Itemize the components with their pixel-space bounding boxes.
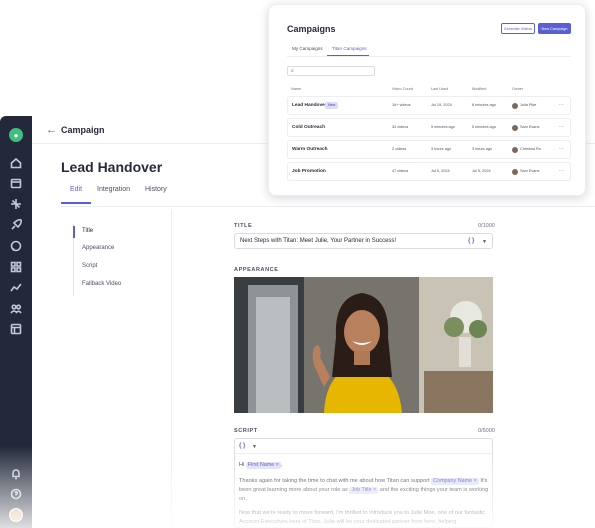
active-tab-indicator bbox=[61, 202, 91, 204]
chart-icon[interactable] bbox=[9, 281, 23, 295]
script-label: SCRIPT bbox=[234, 428, 258, 434]
table-row[interactable]: Warm Outreach 2 videos 3 hours ago 3 hou… bbox=[287, 140, 571, 159]
script-toolbar: { } ▼ bbox=[235, 439, 492, 454]
avatar bbox=[512, 147, 518, 153]
new-campaign-button[interactable]: New Campaign bbox=[538, 23, 571, 34]
title-input[interactable]: Next Steps with Titan: Meet Julie, Your … bbox=[234, 233, 493, 249]
presenter-video-image bbox=[234, 277, 493, 413]
video-thumbnail[interactable] bbox=[234, 277, 493, 413]
script-paragraph-3: Now that we're ready to move forward, I'… bbox=[239, 510, 486, 525]
section-nav-title[interactable]: Title bbox=[82, 228, 93, 234]
avatar bbox=[512, 169, 518, 175]
tab-integration[interactable]: Integration bbox=[97, 186, 130, 193]
chip-remove-icon[interactable]: × bbox=[474, 478, 477, 484]
avatar bbox=[512, 125, 518, 131]
table-row[interactable]: Lead Handover New 16+ videos Jul 19, 202… bbox=[287, 96, 571, 115]
section-nav-fallback-video[interactable]: Fallback Video bbox=[82, 281, 121, 287]
table-row[interactable]: Job Promotion 47 videos Jul 5, 2024 Jul … bbox=[287, 162, 571, 181]
avatar bbox=[512, 103, 518, 109]
variable-chip-company-name[interactable]: Company Name × bbox=[431, 478, 479, 485]
more-options-icon[interactable]: ··· bbox=[559, 102, 564, 108]
column-header-name: Name bbox=[291, 87, 302, 91]
campaigns-panel: Campaigns Generate Videos New Campaign M… bbox=[268, 4, 586, 196]
generate-videos-button[interactable]: Generate Videos bbox=[501, 23, 535, 34]
variable-chip-job-title[interactable]: Job Title × bbox=[349, 487, 379, 494]
column-header-owner: Owner bbox=[512, 87, 524, 91]
script-paragraph-2: Thanks again for taking the time to chat… bbox=[239, 478, 489, 502]
tab-history[interactable]: History bbox=[145, 186, 167, 193]
rocket-icon[interactable] bbox=[9, 218, 23, 232]
page: ● ← Campaign Lead Handover Edit Integrat… bbox=[0, 0, 595, 528]
variable-braces-icon[interactable]: { } bbox=[468, 238, 474, 244]
section-nav-indicator bbox=[73, 226, 75, 238]
column-header-modified: Modified bbox=[472, 87, 487, 91]
logo-icon[interactable]: ● bbox=[9, 128, 23, 142]
campaign-search-input[interactable]: ⌕ bbox=[287, 66, 375, 76]
tab-edit[interactable]: Edit bbox=[70, 186, 82, 193]
appearance-label: APPEARANCE bbox=[234, 267, 279, 273]
variable-braces-icon[interactable]: { } bbox=[239, 443, 245, 449]
tab-my-campaigns[interactable]: My Campaigns bbox=[292, 46, 323, 51]
page-title: Lead Handover bbox=[61, 159, 163, 175]
variable-chip-first-name[interactable]: First Name × bbox=[245, 462, 281, 469]
tabs-divider bbox=[61, 206, 595, 207]
home-icon[interactable] bbox=[9, 156, 23, 170]
back-arrow-icon[interactable]: ← bbox=[46, 124, 57, 136]
team-icon[interactable] bbox=[9, 302, 23, 316]
title-label: TITLE bbox=[234, 223, 253, 229]
script-line-1: Hi First Name ×, bbox=[239, 462, 283, 469]
layout-icon[interactable] bbox=[9, 322, 23, 336]
column-header-last-used: Last Used bbox=[431, 87, 449, 91]
section-nav-appearance[interactable]: Appearance bbox=[82, 245, 114, 251]
column-header-video-count: Video Count bbox=[392, 87, 413, 91]
chip-remove-icon[interactable]: × bbox=[276, 462, 279, 468]
title-input-value: Next Steps with Titan: Meet Julie, Your … bbox=[240, 238, 397, 244]
script-editor[interactable]: { } ▼ Hi First Name ×, Thanks again for … bbox=[234, 438, 493, 528]
help-icon[interactable] bbox=[9, 487, 23, 501]
tab-titan-campaigns[interactable]: Titan Campaigns bbox=[332, 46, 367, 51]
calendar-icon[interactable] bbox=[9, 176, 23, 190]
grid-icon[interactable] bbox=[9, 260, 23, 274]
chevron-down-icon[interactable]: ▼ bbox=[482, 239, 487, 245]
new-badge: New bbox=[325, 102, 339, 109]
script-char-count: 0/5000 bbox=[478, 428, 495, 434]
table-row[interactable]: Cold Outreach 34 videos 5 minutes ago 5 … bbox=[287, 118, 571, 137]
topbar-title: Campaign bbox=[61, 125, 105, 135]
campaigns-title: Campaigns bbox=[287, 24, 336, 34]
title-char-count: 0/1000 bbox=[478, 223, 495, 229]
sidebar: ● bbox=[0, 116, 32, 528]
sparkle-icon[interactable] bbox=[9, 197, 23, 211]
chevron-down-icon[interactable]: ▼ bbox=[252, 444, 257, 450]
user-avatar[interactable] bbox=[9, 508, 23, 522]
more-options-icon[interactable]: ··· bbox=[559, 168, 564, 174]
bell-icon[interactable] bbox=[9, 467, 23, 481]
chat-icon[interactable] bbox=[9, 239, 23, 253]
search-icon: ⌕ bbox=[291, 68, 294, 74]
chip-remove-icon[interactable]: × bbox=[373, 487, 376, 493]
more-options-icon[interactable]: ··· bbox=[559, 124, 564, 130]
section-nav-script[interactable]: Script bbox=[82, 263, 97, 269]
more-options-icon[interactable]: ··· bbox=[559, 146, 564, 152]
